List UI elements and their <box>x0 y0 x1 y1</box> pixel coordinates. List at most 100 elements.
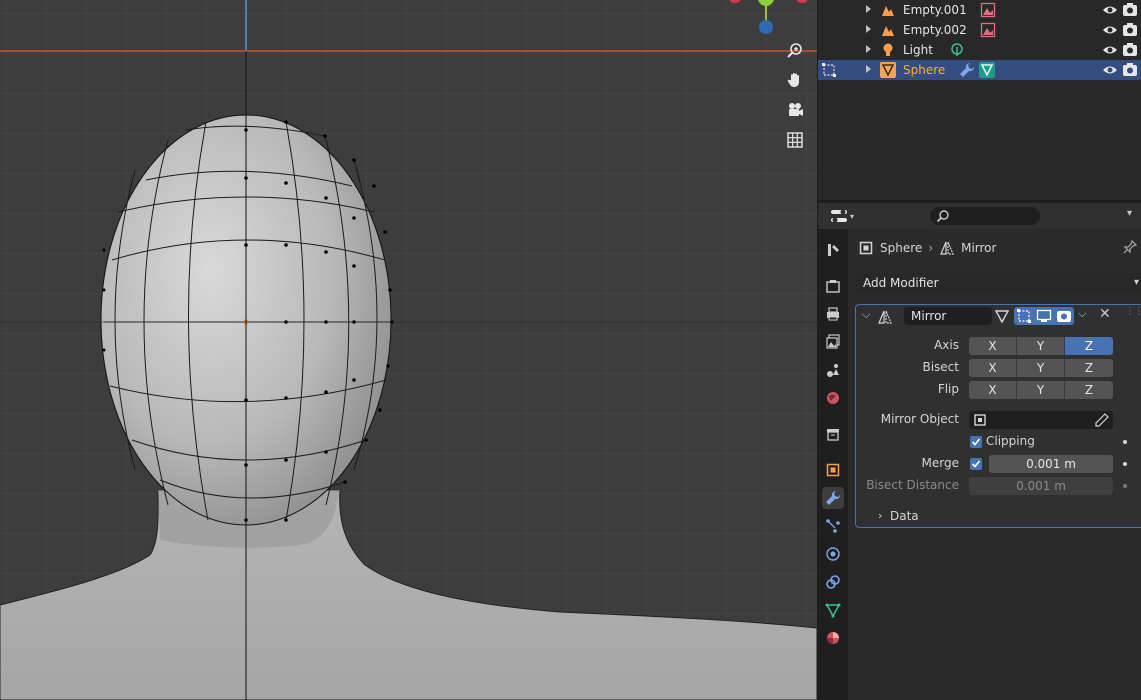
editor-type-button[interactable]: ▾ <box>830 207 858 225</box>
render-camera-icon[interactable] <box>1122 22 1138 38</box>
mesh-data-icon[interactable] <box>979 62 995 78</box>
bisect-distance-label: Bisect Distance <box>866 478 959 492</box>
tab-constraints[interactable] <box>822 571 844 593</box>
visibility-eye-icon[interactable] <box>1102 2 1118 18</box>
tab-material[interactable] <box>822 627 844 649</box>
expand-chevron-icon[interactable]: › <box>878 509 882 522</box>
object-square-icon <box>974 414 986 426</box>
expand-arrow-icon[interactable] <box>866 65 871 73</box>
eyedropper-icon[interactable] <box>1095 413 1109 427</box>
tab-tool[interactable] <box>822 239 844 261</box>
mirror-modifier-panel: ⌵ Mirror ⌵ ✕ ⋮⋮ Axis X Y Z Bisect X Y Z … <box>855 304 1141 528</box>
add-modifier-label: Add Modifier <box>863 276 939 290</box>
tab-object[interactable] <box>822 459 844 481</box>
zoom-icon[interactable] <box>782 37 808 63</box>
outliner-row-sphere[interactable]: Sphere <box>818 60 1141 80</box>
bisect-label: Bisect <box>922 360 959 374</box>
ortho-grid-icon[interactable] <box>782 127 808 153</box>
render-camera-icon[interactable] <box>1122 2 1138 18</box>
tab-render[interactable] <box>822 275 844 297</box>
bisect-x-toggle[interactable]: X <box>969 359 1017 377</box>
object-square-icon <box>859 241 873 255</box>
flip-toggle-group: X Y Z <box>969 381 1113 399</box>
data-subpanel-label[interactable]: Data <box>890 509 919 523</box>
search-icon <box>936 210 949 223</box>
axis-y-toggle[interactable]: Y <box>1017 337 1065 355</box>
bisect-toggle-group: X Y Z <box>969 359 1113 377</box>
pin-icon[interactable] <box>1123 240 1137 254</box>
modifier-wrench-icon[interactable] <box>959 62 975 78</box>
visibility-eye-icon[interactable] <box>1102 42 1118 58</box>
outliner-row-light[interactable]: Light <box>818 40 1141 60</box>
object-square-icon <box>826 463 840 477</box>
tab-scene[interactable] <box>822 359 844 381</box>
keyframe-dot-icon[interactable] <box>1123 484 1127 488</box>
render-camera-icon[interactable] <box>1122 42 1138 58</box>
flip-x-toggle[interactable]: X <box>969 381 1017 399</box>
flip-y-toggle[interactable]: Y <box>1017 381 1065 399</box>
output-printer-icon <box>827 307 839 321</box>
outliner-row-empty-002[interactable]: Empty.002 <box>818 20 1141 40</box>
mirror-modifier-icon <box>940 241 954 255</box>
outliner[interactable]: Empty.001 Empty.002 Light Sphere <box>818 0 1141 200</box>
bisect-y-toggle[interactable]: Y <box>1017 359 1065 377</box>
expand-arrow-icon[interactable] <box>866 45 871 53</box>
material-sphere-icon <box>827 632 839 644</box>
bisect-distance-field[interactable]: 0.001 m <box>969 477 1113 495</box>
tab-collection[interactable] <box>822 423 844 445</box>
flip-z-toggle[interactable]: Z <box>1065 381 1113 399</box>
image-data-icon[interactable] <box>980 2 996 18</box>
pan-hand-icon[interactable] <box>782 67 808 93</box>
merge-label: Merge <box>921 456 959 470</box>
outliner-item-label: Empty.001 <box>903 3 967 17</box>
tab-object-data[interactable] <box>822 599 844 621</box>
edit-mode-icon[interactable] <box>1016 308 1032 324</box>
keyframe-dot-icon[interactable] <box>1123 462 1127 466</box>
expand-arrow-icon[interactable] <box>866 5 871 13</box>
dropdown-chevron-icon[interactable]: ⌵ <box>1078 307 1086 321</box>
mirror-object-field[interactable] <box>969 411 1113 429</box>
3d-viewport[interactable] <box>0 0 817 700</box>
tool-icon <box>828 244 839 256</box>
chevron-down-icon: ▾ <box>850 211 855 221</box>
expand-arrow-icon[interactable] <box>866 25 871 33</box>
axis-toggle-group: X Y Z <box>969 337 1113 355</box>
properties-search-input[interactable] <box>930 207 1040 225</box>
keyframe-dot-icon[interactable] <box>1123 440 1127 444</box>
breadcrumb: Sphere › Mirror <box>858 239 996 257</box>
light-data-icon[interactable] <box>949 42 965 58</box>
outliner-row-empty-001[interactable]: Empty.001 <box>818 0 1141 20</box>
drag-handle-icon[interactable]: ⋮⋮ <box>1125 306 1141 317</box>
tab-output[interactable] <box>822 303 844 325</box>
options-chevron-icon[interactable]: ▾ <box>1127 208 1132 219</box>
collapse-chevron-icon[interactable]: ⌵ <box>862 308 870 322</box>
close-icon[interactable]: ✕ <box>1099 306 1111 322</box>
mirror-object-label: Mirror Object <box>880 412 959 426</box>
tab-physics[interactable] <box>822 543 844 565</box>
visibility-eye-icon[interactable] <box>1102 22 1118 38</box>
tab-view-layer[interactable] <box>822 331 844 353</box>
axis-z-toggle[interactable]: Z <box>1065 337 1113 355</box>
bisect-z-toggle[interactable]: Z <box>1065 359 1113 377</box>
empty-object-icon <box>882 6 894 16</box>
tab-modifiers[interactable] <box>822 487 844 509</box>
clipping-checkbox[interactable] <box>970 436 982 448</box>
viewport-display-icon[interactable] <box>1036 308 1052 324</box>
camera-view-icon[interactable] <box>782 97 808 123</box>
image-data-icon[interactable] <box>980 22 996 38</box>
render-camera-icon[interactable] <box>1122 62 1138 78</box>
tab-particles[interactable] <box>822 515 844 537</box>
collection-box-icon <box>827 429 839 441</box>
axis-label: Axis <box>934 338 959 352</box>
axis-x-toggle[interactable]: X <box>969 337 1017 355</box>
properties-header: ▾ ▾ <box>818 203 1141 229</box>
tab-world[interactable] <box>822 387 844 409</box>
select-box-icon[interactable] <box>821 62 837 78</box>
merge-distance-field[interactable]: 0.001 m <box>989 455 1113 473</box>
add-modifier-dropdown[interactable]: Add Modifier ▾ <box>855 273 1141 293</box>
merge-checkbox[interactable] <box>970 458 982 470</box>
on-cage-icon[interactable] <box>994 308 1010 324</box>
modifier-name-field[interactable]: Mirror <box>904 307 992 325</box>
render-camera-icon[interactable] <box>1056 308 1072 324</box>
visibility-eye-icon[interactable] <box>1102 62 1118 78</box>
